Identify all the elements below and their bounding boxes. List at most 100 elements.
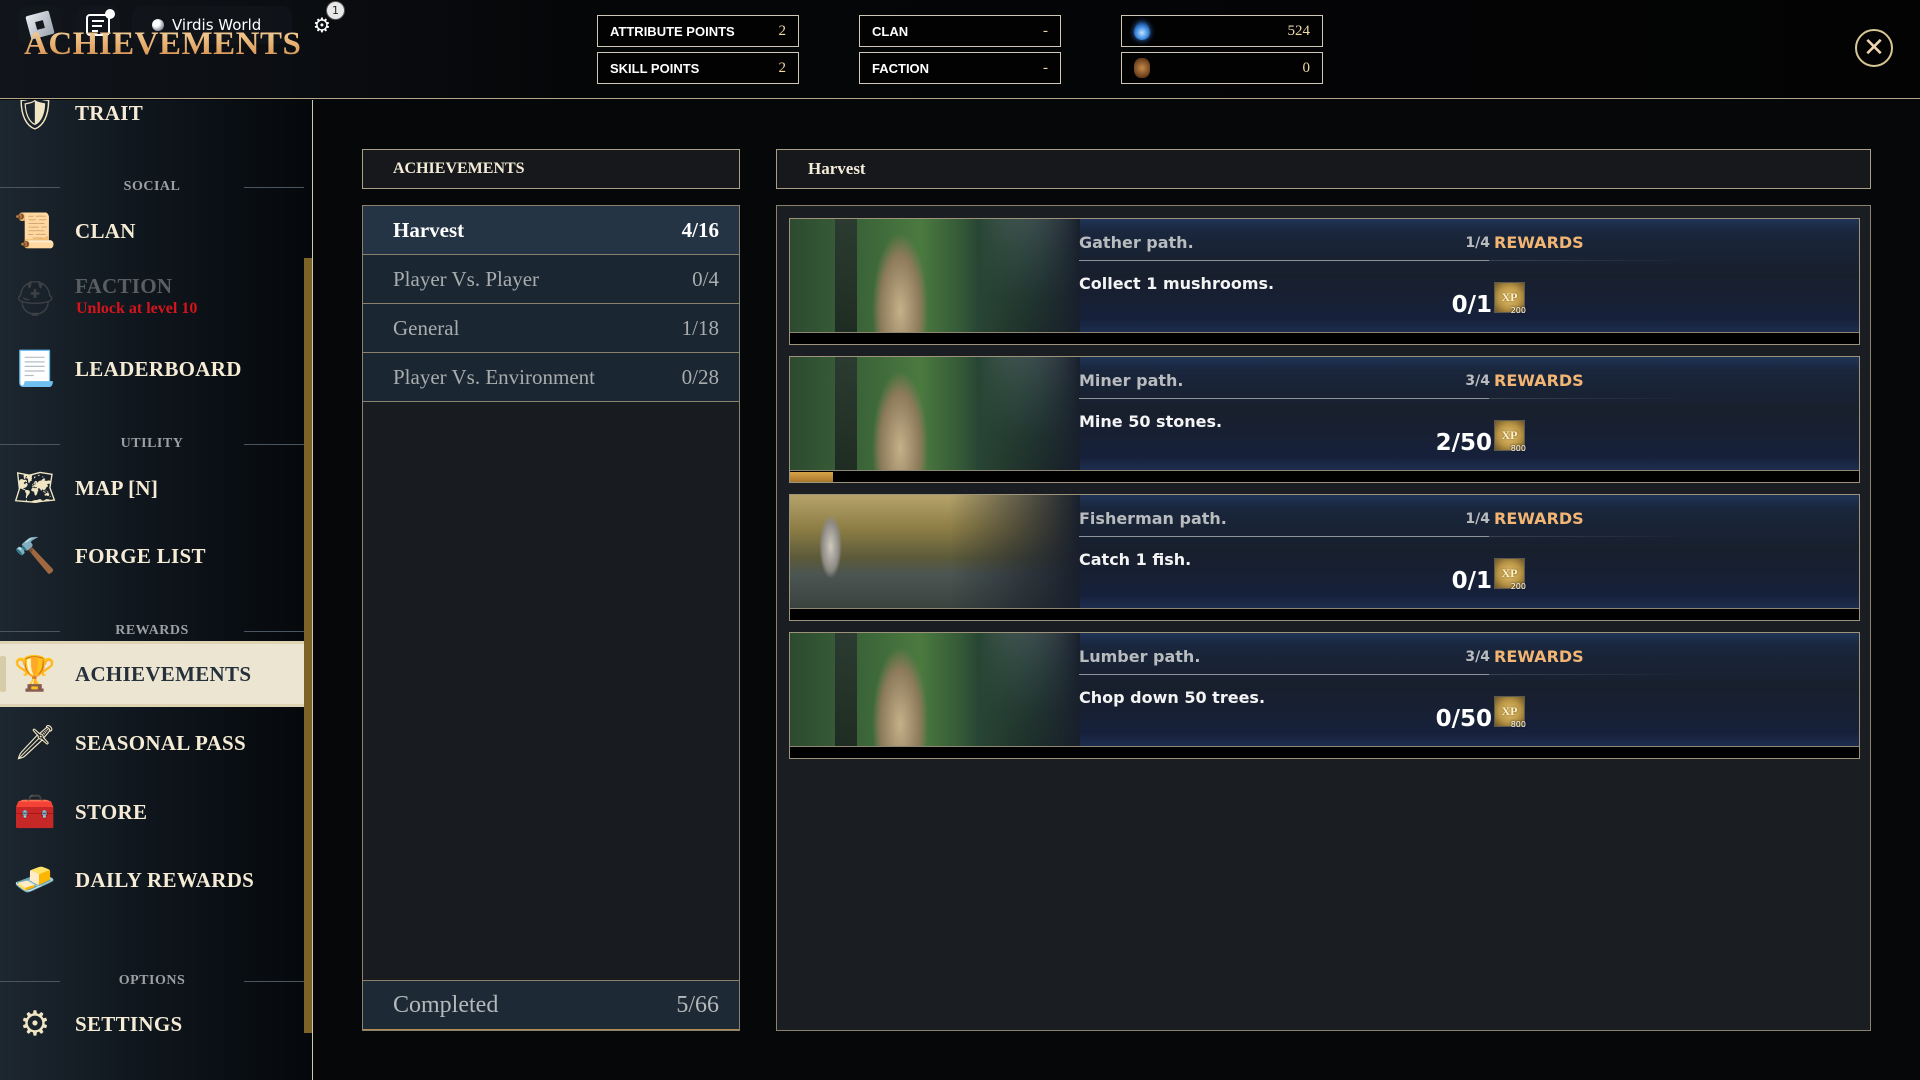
sidebar-item-label: FACTION xyxy=(75,274,173,298)
xp-reward-icon[interactable]: XP 800 xyxy=(1494,696,1526,729)
hammer-icon: 🔨 xyxy=(13,536,57,576)
section-utility: UTILITY xyxy=(0,434,304,454)
xp-amount: 200 xyxy=(1510,582,1526,591)
achievement-card[interactable]: Miner path. 3/4 REWARDS Mine 50 stones. … xyxy=(789,356,1860,483)
achievement-card[interactable]: Fisherman path. 1/4 REWARDS Catch 1 fish… xyxy=(789,494,1860,621)
sidebar: 🛡 TRAIT SOCIAL 📜 CLAN ⛑ FACTION Unlock a… xyxy=(0,100,313,1080)
sidebar-item-daily-rewards[interactable]: 🧈 DAILY REWARDS xyxy=(0,851,304,909)
sidebar-item-label: STORE xyxy=(75,799,148,824)
divider xyxy=(1079,260,1489,261)
achievement-progress: 0/50 xyxy=(1435,706,1492,732)
xp-reward-icon[interactable]: XP 200 xyxy=(1494,558,1526,591)
achievement-title: Miner path. xyxy=(1079,371,1184,390)
divider xyxy=(1489,398,1694,399)
achievement-description: Chop down 50 trees. xyxy=(1079,688,1266,707)
attribute-points-box: ATTRIBUTE POINTS 2 xyxy=(597,15,799,47)
achievement-card[interactable]: Lumber path. 3/4 REWARDS Chop down 50 tr… xyxy=(789,632,1860,759)
stat-value: - xyxy=(1043,59,1048,76)
stat-label: SKILL POINTS xyxy=(610,60,700,76)
achievement-step: 1/4 xyxy=(1465,511,1490,527)
sidebar-item-map[interactable]: 🗺 MAP [N] xyxy=(0,459,304,517)
active-indicator xyxy=(0,656,6,692)
xp-reward-icon[interactable]: XP 800 xyxy=(1494,420,1526,453)
close-button[interactable]: ✕ xyxy=(1855,29,1893,67)
section-social: SOCIAL xyxy=(0,177,304,197)
progress-bar xyxy=(790,472,1859,482)
chest-icon: 🧰 xyxy=(13,792,57,832)
progress-bar xyxy=(790,748,1859,758)
completed-value: 5/66 xyxy=(676,991,719,1018)
progress-bar-fill xyxy=(790,472,833,482)
sidebar-item-forge-list[interactable]: 🔨 FORGE LIST xyxy=(0,527,304,585)
achievement-description: Collect 1 mushrooms. xyxy=(1079,274,1275,293)
category-name: Player Vs. Environment xyxy=(393,364,596,389)
card-artwork xyxy=(790,633,1080,746)
xp-glyph: XP xyxy=(1501,566,1518,580)
parchment-icon: 📃 xyxy=(13,349,57,389)
sidebar-item-label: FORGE LIST xyxy=(75,543,206,568)
sword-icon: 🗡 xyxy=(13,723,57,763)
helmet-icon: ⛑ xyxy=(13,279,57,319)
section-label: REWARDS xyxy=(115,623,189,638)
xp-glyph: XP xyxy=(1501,428,1518,442)
sidebar-scrollbar[interactable] xyxy=(304,258,312,1033)
category-name: Harvest xyxy=(393,217,465,242)
sidebar-item-store[interactable]: 🧰 STORE xyxy=(0,783,304,841)
top-bar: Virdis World ⚙ 1 ACHIEVEMENTS ATTRIBUTE … xyxy=(0,0,1920,99)
category-list: Harvest 4/16 Player Vs. Player 0/4 Gener… xyxy=(362,205,740,1031)
sidebar-item-label: CLAN xyxy=(75,218,136,243)
xp-amount: 200 xyxy=(1510,306,1526,315)
category-general[interactable]: General 1/18 xyxy=(363,304,739,353)
soul-orb-icon xyxy=(1134,22,1150,40)
sidebar-item-seasonal-pass[interactable]: 🗡 SEASONAL PASS xyxy=(0,714,304,772)
stat-label: ATTRIBUTE POINTS xyxy=(610,23,735,39)
rewards-label: REWARDS xyxy=(1494,647,1584,666)
category-name: General xyxy=(393,315,460,340)
sidebar-item-leaderboard[interactable]: 📃 LEADERBOARD xyxy=(0,340,304,398)
achievement-card[interactable]: Gather path. 1/4 REWARDS Collect 1 mushr… xyxy=(789,218,1860,345)
achievement-title: Gather path. xyxy=(1079,233,1194,252)
xp-glyph: XP xyxy=(1501,290,1518,304)
achievement-step: 3/4 xyxy=(1465,649,1490,665)
section-label: UTILITY xyxy=(120,436,184,451)
gold-bars-icon: 🧈 xyxy=(13,860,57,900)
achievement-list: Gather path. 1/4 REWARDS Collect 1 mushr… xyxy=(776,205,1871,1031)
currency-value: 524 xyxy=(1287,22,1311,39)
category-player-vs-player[interactable]: Player Vs. Player 0/4 xyxy=(363,255,739,304)
sidebar-item-label: ACHIEVEMENTS xyxy=(75,661,252,686)
armor-icon: 🛡 xyxy=(13,100,57,133)
category-player-vs-environment[interactable]: Player Vs. Environment 0/28 xyxy=(363,353,739,402)
sidebar-item-label: SEASONAL PASS xyxy=(75,730,246,755)
faction-box: FACTION - xyxy=(859,52,1061,84)
card-content: Miner path. 3/4 REWARDS Mine 50 stones. … xyxy=(790,357,1859,471)
sidebar-item-label: SETTINGS xyxy=(75,1011,183,1036)
rewards-label: REWARDS xyxy=(1494,233,1584,252)
category-name: Player Vs. Player xyxy=(393,266,540,291)
sidebar-item-label: MAP [N] xyxy=(75,475,159,500)
card-artwork xyxy=(790,357,1080,470)
sidebar-item-clan[interactable]: 📜 CLAN xyxy=(0,202,304,260)
xp-reward-icon[interactable]: XP 200 xyxy=(1494,282,1526,315)
detail-header: Harvest xyxy=(776,149,1871,189)
scroll-icon: 📜 xyxy=(13,211,57,251)
card-content: Lumber path. 3/4 REWARDS Chop down 50 tr… xyxy=(790,633,1859,747)
progress-bar xyxy=(790,334,1859,344)
sidebar-item-achievements[interactable]: 🏆 ACHIEVEMENTS xyxy=(0,641,304,707)
unread-dot xyxy=(105,9,115,19)
section-label: OPTIONS xyxy=(118,973,186,988)
sidebar-item-settings[interactable]: ⚙ SETTINGS xyxy=(0,995,304,1053)
divider xyxy=(1079,674,1489,675)
category-progress: 1/18 xyxy=(681,315,719,340)
notification-badge: 1 xyxy=(326,1,345,20)
achievement-progress: 2/50 xyxy=(1435,430,1492,456)
completed-summary: Completed 5/66 xyxy=(363,980,739,1030)
categories-header: ACHIEVEMENTS xyxy=(362,149,740,189)
category-harvest[interactable]: Harvest 4/16 xyxy=(363,206,739,255)
section-options: OPTIONS xyxy=(0,971,304,991)
sidebar-item-trait[interactable]: 🛡 TRAIT xyxy=(0,100,304,142)
map-icon: 🗺 xyxy=(13,468,57,508)
stat-label: CLAN xyxy=(872,23,909,39)
rewards-label: REWARDS xyxy=(1494,371,1584,390)
stat-value: 2 xyxy=(778,22,787,39)
card-content: Gather path. 1/4 REWARDS Collect 1 mushr… xyxy=(790,219,1859,333)
